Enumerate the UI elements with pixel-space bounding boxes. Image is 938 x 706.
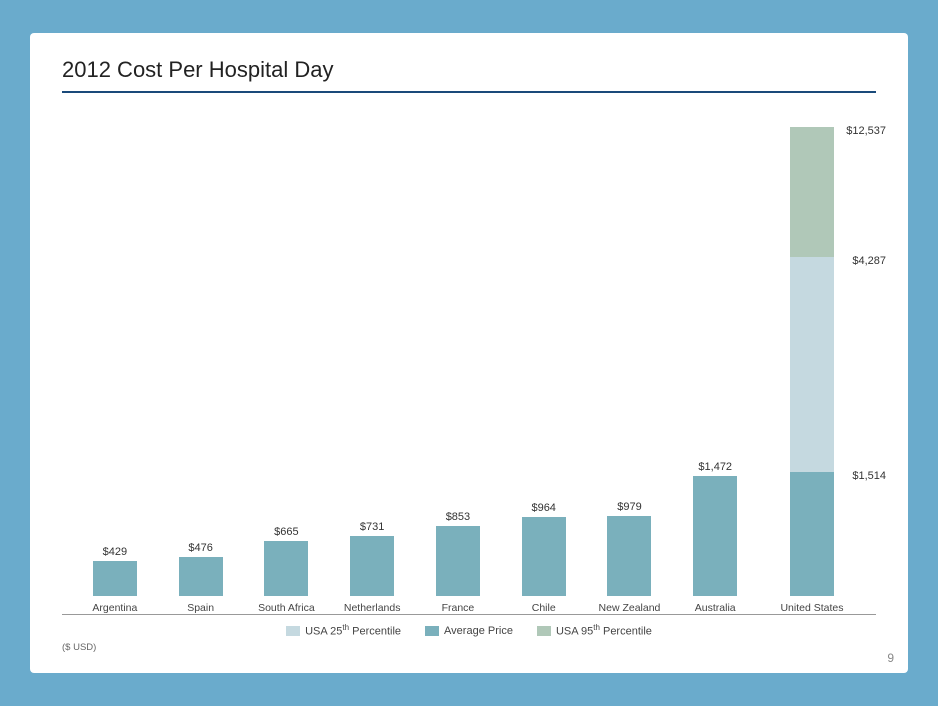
us-bar-25th: $4,287 bbox=[790, 257, 834, 472]
bar-value-label: $476 bbox=[188, 542, 212, 554]
legend-item-95th: USA 95th Percentile bbox=[537, 623, 652, 638]
bar-rect bbox=[436, 526, 480, 596]
bar-value-label: $1,472 bbox=[698, 461, 732, 473]
bar-rect bbox=[179, 557, 223, 596]
legend-label-avg: Average Price bbox=[444, 625, 513, 637]
bar-rect bbox=[693, 476, 737, 596]
legend-label-95th: USA 95th Percentile bbox=[556, 623, 652, 638]
bar-rect bbox=[264, 541, 308, 596]
bar-group: $964 Chile bbox=[510, 502, 578, 614]
bars-container: $429 Argentina $476 Spain $665 South Africa $7… bbox=[62, 103, 876, 615]
bar-country-label: Argentina bbox=[92, 602, 137, 614]
bar-value-label: $964 bbox=[531, 502, 555, 514]
bar-value-label: $731 bbox=[360, 521, 384, 533]
slide: 2012 Cost Per Hospital Day $429 Argentina… bbox=[30, 33, 908, 673]
bar-country-label: Chile bbox=[532, 602, 556, 614]
us-value-avg: $1,514 bbox=[852, 470, 886, 482]
legend-box-25th bbox=[286, 626, 300, 636]
bar-rect bbox=[607, 516, 651, 596]
legend-box-avg bbox=[425, 626, 439, 636]
bar-group-us: $12,537$4,287$1,514 United States bbox=[767, 127, 857, 614]
bar-value-label: $665 bbox=[274, 526, 298, 538]
legend-item-avg: Average Price bbox=[425, 625, 513, 637]
bar-group: $1,472 Australia bbox=[681, 461, 749, 614]
bar-group: $731 Netherlands bbox=[338, 521, 406, 614]
us-value-95th: $12,537 bbox=[846, 125, 886, 137]
bar-group: $476 Spain bbox=[167, 542, 235, 614]
bar-value-label: $853 bbox=[446, 511, 470, 523]
footnote: ($ USD) bbox=[62, 642, 876, 653]
legend-label-25th: USA 25th Percentile bbox=[305, 623, 401, 638]
bar-value-label: $429 bbox=[103, 546, 127, 558]
bar-country-label: South Africa bbox=[258, 602, 315, 614]
bar-group: $853 France bbox=[424, 511, 492, 614]
bar-rect bbox=[93, 561, 137, 596]
bar-country-label: Netherlands bbox=[344, 602, 401, 614]
bar-group: $665 South Africa bbox=[252, 526, 320, 614]
us-bar-avg: $1,514 bbox=[790, 472, 834, 596]
us-bar-wrapper: $12,537$4,287$1,514 bbox=[790, 127, 834, 596]
us-country-label: United States bbox=[780, 602, 843, 614]
bar-country-label: Australia bbox=[695, 602, 736, 614]
bar-value-label: $979 bbox=[617, 501, 641, 513]
title-divider bbox=[62, 91, 876, 93]
page-number: 9 bbox=[887, 651, 894, 665]
chart-area: $429 Argentina $476 Spain $665 South Africa $7… bbox=[62, 103, 876, 653]
bar-group: $979 New Zealand bbox=[595, 501, 663, 614]
bar-rect bbox=[522, 517, 566, 596]
slide-title: 2012 Cost Per Hospital Day bbox=[62, 57, 876, 83]
us-bar-95th: $12,537 bbox=[790, 127, 834, 257]
bar-group: $429 Argentina bbox=[81, 546, 149, 614]
bar-rect bbox=[350, 536, 394, 596]
legend-area: USA 25th Percentile Average Price USA 95… bbox=[62, 615, 876, 638]
legend-box-95th bbox=[537, 626, 551, 636]
bar-country-label: France bbox=[442, 602, 475, 614]
legend-item-25th: USA 25th Percentile bbox=[286, 623, 401, 638]
us-value-25th: $4,287 bbox=[852, 255, 886, 267]
bar-country-label: New Zealand bbox=[599, 602, 661, 614]
bar-country-label: Spain bbox=[187, 602, 214, 614]
